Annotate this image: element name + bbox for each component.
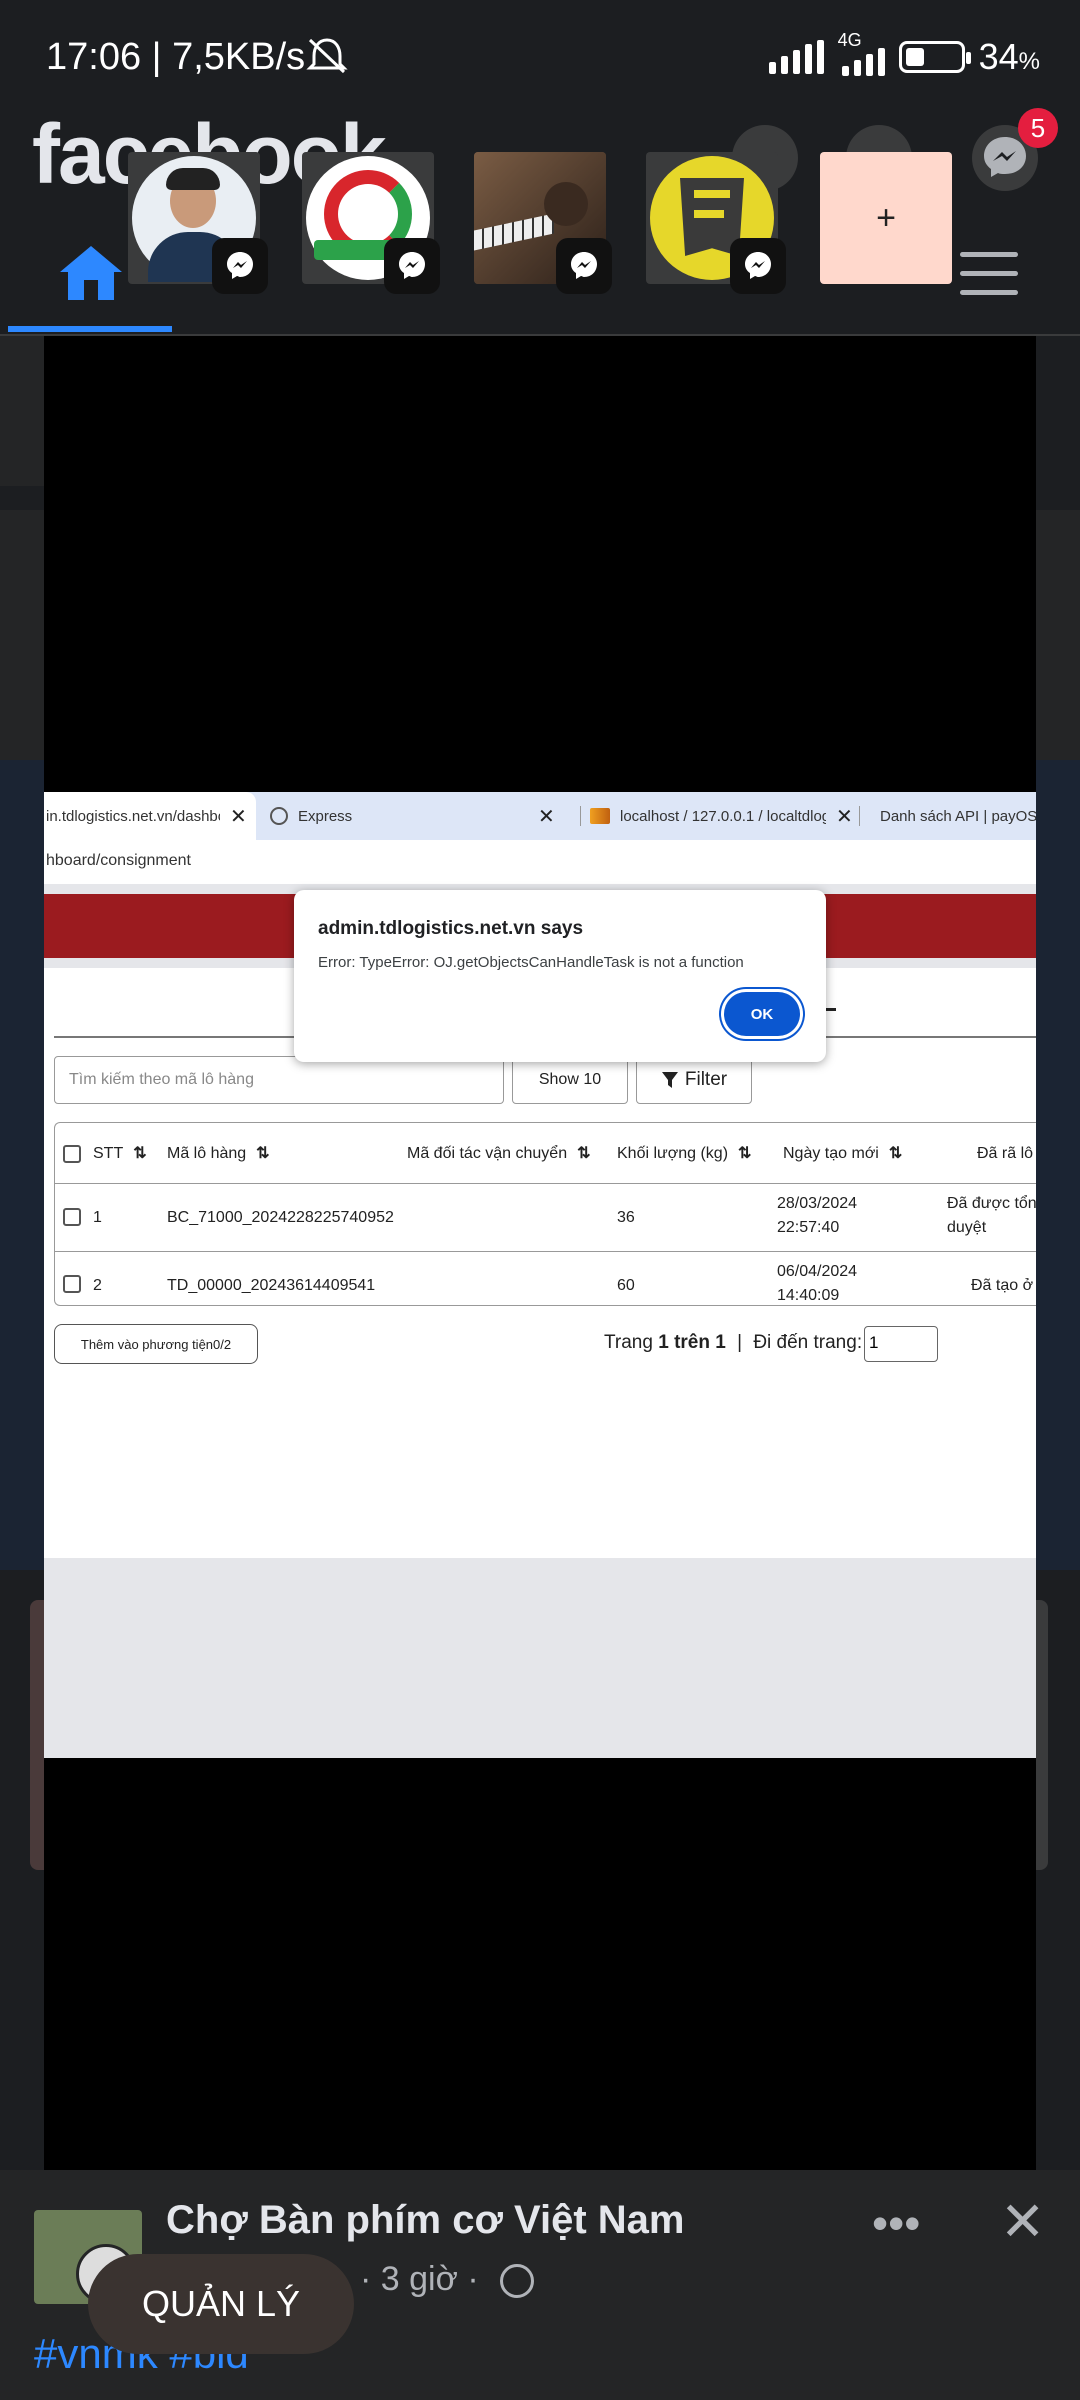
cell-status-cont: duyệt <box>947 1219 987 1236</box>
close-post-icon[interactable]: ✕ <box>1000 2190 1045 2253</box>
messenger-badge-icon <box>212 238 268 294</box>
close-tab-icon[interactable]: ✕ <box>538 804 555 829</box>
tab-dashboard[interactable]: in.tdlogistics.net.vn/dashbo ✕ <box>44 792 256 840</box>
cell-code: TD_00000_20243614409541 <box>167 1277 376 1294</box>
cell-time: 22:57:40 <box>777 1219 840 1236</box>
filter-icon <box>661 1072 678 1088</box>
tab-label: Danh sách API | payOS <box>880 807 1036 825</box>
cell-code: BC_71000_2024228225740952 <box>167 1209 394 1226</box>
cell-stt: 1 <box>93 1209 102 1226</box>
filter-button[interactable]: Filter <box>636 1056 752 1104</box>
cell-status: Đã tạo ở b <box>971 1277 1036 1294</box>
show-entries-label: Show 10 <box>538 1071 602 1088</box>
cell-stt: 2 <box>93 1277 102 1294</box>
col-status[interactable]: Đã rã lô <box>977 1143 1033 1165</box>
manage-button[interactable]: QUẢN LÝ <box>88 2254 354 2354</box>
cell-date: 28/03/2024 <box>777 1195 858 1212</box>
show-entries-button[interactable]: Show 10 <box>512 1056 628 1104</box>
row-checkbox[interactable] <box>63 1275 81 1293</box>
table-row: 2 TD_00000_20243614409541 60 06/04/2024 … <box>55 1253 1036 1307</box>
row-divider <box>55 1183 1036 1184</box>
group-title[interactable]: Chợ Bàn phím cơ Việt Nam <box>166 2198 684 2243</box>
dialog-title: admin.tdlogistics.net.vn says <box>318 918 584 939</box>
close-tab-icon[interactable]: ✕ <box>230 804 247 829</box>
pagination: Trang 1 trên 1 | Đi đến trang: <box>604 1332 863 1353</box>
cell-date: 06/04/2024 <box>777 1263 858 1280</box>
audience-icon <box>500 2264 534 2298</box>
col-partner[interactable]: Mã đối tác vận chuyển ⇅ <box>407 1143 591 1165</box>
fb-feed-scrap-left-3 <box>0 760 44 1570</box>
browser-tab-strip: in.tdlogistics.net.vn/dashbo ✕ Express ✕… <box>44 792 1036 840</box>
address-bar[interactable]: hboard/consignment <box>44 840 1036 884</box>
tab-payos[interactable]: Danh sách API | payOS <box>834 792 1036 840</box>
fb-feed-scrap-left <box>0 336 44 486</box>
tab-label: in.tdlogistics.net.vn/dashbo <box>46 807 220 825</box>
battery-icon <box>898 41 971 73</box>
messenger-badge-icon <box>730 238 786 294</box>
search-input[interactable]: Tìm kiếm theo mã lô hàng <box>54 1056 504 1104</box>
home-tab-indicator <box>8 326 172 332</box>
globe-icon <box>270 807 288 825</box>
tab-phpmyadmin[interactable]: localhost / 127.0.0.1 / localtdlog ✕ <box>554 792 854 840</box>
tab-label: localhost / 127.0.0.1 / localtdlog <box>620 807 826 825</box>
home-tab-icon[interactable] <box>58 244 124 302</box>
status-bar: 17:06 | 7,5KB/s 4G 34% <box>0 0 1080 110</box>
phpmyadmin-icon <box>590 808 610 824</box>
fb-feed-scrap-right <box>1036 510 1080 760</box>
menu-icon[interactable] <box>960 248 1018 298</box>
select-all-checkbox[interactable] <box>63 1145 81 1163</box>
fb-feed-scrap-right-3 <box>1036 1600 1048 1870</box>
fb-feed-scrap-left-4 <box>30 1600 44 1870</box>
messenger-badge-icon <box>556 238 612 294</box>
battery-level: 34% <box>978 36 1040 77</box>
alert-dialog: admin.tdlogistics.net.vn says Error: Typ… <box>294 890 826 1062</box>
sort-icon: ⇅ <box>577 1145 591 1162</box>
table-row: 1 BC_71000_2024228225740952 36 28/03/202… <box>55 1185 1036 1251</box>
ok-button[interactable]: OK <box>724 992 800 1036</box>
tab-express[interactable]: Express ✕ <box>270 792 578 840</box>
row-divider <box>55 1251 1036 1252</box>
col-code[interactable]: Mã lô hàng ⇅ <box>167 1143 270 1165</box>
goto-page-input[interactable]: 1 <box>864 1326 938 1362</box>
filter-label: Filter <box>684 1069 728 1090</box>
dialog-message: Error: TypeError: OJ.getObjectsCanHandle… <box>318 954 744 971</box>
fb-feed-scrap-left-2 <box>0 510 44 760</box>
cell-weight: 36 <box>617 1209 635 1226</box>
col-date[interactable]: Ngày tạo mới ⇅ <box>783 1143 902 1165</box>
col-weight[interactable]: Khối lượng (kg) ⇅ <box>617 1143 751 1165</box>
cell-status: Đã được tổng <box>947 1195 1036 1212</box>
post-meta: · 3 giờ · <box>360 2260 479 2298</box>
messenger-badge-icon <box>384 238 440 294</box>
sort-icon: ⇅ <box>888 1145 903 1162</box>
tab-label: Express <box>298 807 353 825</box>
fb-feed-scrap-right-2 <box>1036 760 1080 1570</box>
signal-icon <box>768 40 824 74</box>
status-time: 17:06 | 7,5KB/s <box>46 36 306 78</box>
consignment-table: STT ⇅ Mã lô hàng ⇅ Mã đối tác vận chuyển ⇅ … <box>54 1122 1036 1306</box>
sort-icon: ⇅ <box>738 1145 752 1162</box>
plus-icon: + <box>876 198 896 237</box>
cell-weight: 60 <box>617 1277 635 1294</box>
network-indicator: 4G <box>838 30 885 76</box>
messenger-badge: 5 <box>1018 108 1058 148</box>
cell-time: 14:40:09 <box>777 1287 840 1304</box>
col-stt[interactable]: STT ⇅ <box>93 1143 147 1165</box>
row-checkbox[interactable] <box>63 1208 81 1226</box>
mute-icon <box>304 36 350 81</box>
add-chat-head-button[interactable]: + <box>820 152 952 284</box>
add-to-vehicle-button[interactable]: Thêm vào phương tiện0/2 <box>54 1324 258 1364</box>
more-options-icon[interactable]: ••• <box>872 2196 920 2250</box>
sort-icon: ⇅ <box>256 1145 270 1162</box>
sort-icon: ⇅ <box>133 1145 147 1162</box>
